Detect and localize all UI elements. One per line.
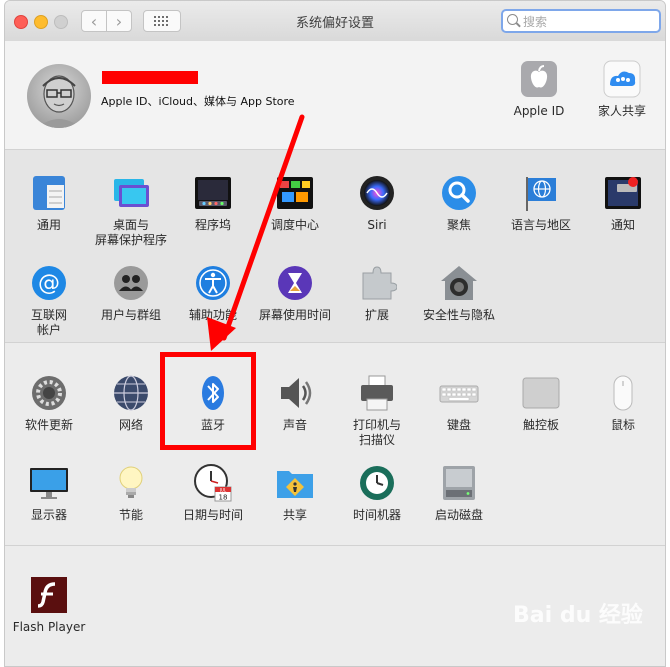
annotation-arrow-icon <box>207 114 305 351</box>
